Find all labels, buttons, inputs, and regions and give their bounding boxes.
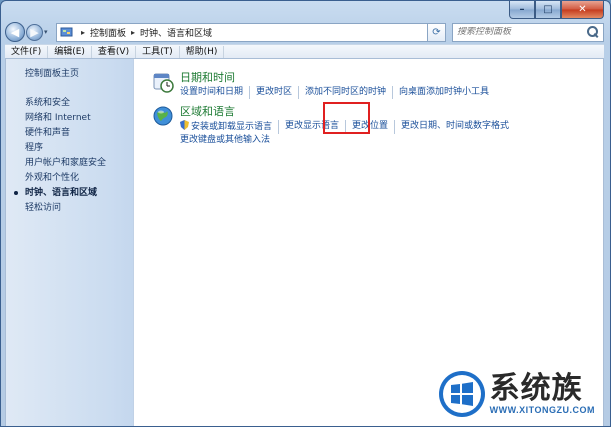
windows-logo-icon — [438, 371, 485, 417]
sidebar-item-label: 用户帐户和家庭安全 — [25, 158, 107, 168]
control-panel-window: – □ ✕ ◀ ▶ ▾ ▸ 控制面板 ▸ 时钟、语言和区域 ⟳ 文件(F) — [0, 0, 611, 427]
category-title-date-time[interactable]: 日期和时间 — [180, 71, 495, 85]
breadcrumb-clock-language-region[interactable]: 时钟、语言和区域 — [140, 26, 212, 39]
link-install-display-language[interactable]: 安装或卸载显示语言 — [180, 120, 278, 134]
sidebar-item-hardware-sound[interactable]: 硬件和声音 — [6, 126, 133, 141]
search-box[interactable] — [452, 22, 604, 42]
link-set-time-date[interactable]: 设置时间和日期 — [180, 86, 249, 99]
forward-arrow-icon: ▶ — [30, 25, 39, 39]
sidebar-item-label: 系统和安全 — [25, 98, 71, 108]
breadcrumb: ▸ 控制面板 ▸ 时钟、语言和区域 — [76, 26, 212, 39]
watermark-title: 系统族 — [489, 371, 583, 406]
sidebar-item-label: 网络和 Internet — [25, 113, 91, 123]
globe-icon — [153, 106, 173, 126]
sidebar-item-label: 硬件和声音 — [25, 128, 71, 138]
link-change-date-format[interactable]: 更改日期、时间或数字格式 — [394, 120, 515, 134]
sidebar-item-network[interactable]: 网络和 Internet — [6, 111, 133, 126]
uac-shield-icon — [180, 120, 189, 130]
menu-tools[interactable]: 工具(T) — [136, 45, 180, 58]
sidebar-item-programs[interactable]: 程序 — [6, 141, 133, 156]
search-input[interactable] — [457, 27, 577, 37]
category-links-row2: 更改键盘或其他输入法 — [180, 134, 515, 147]
back-arrow-icon: ◀ — [10, 25, 20, 39]
search-icon[interactable] — [585, 25, 601, 39]
sidebar: 控制面板主页 系统和安全 网络和 Internet 硬件和声音 程序 用户帐户和… — [6, 59, 134, 426]
sidebar-item-label: 外观和个性化 — [25, 173, 80, 183]
clock-icon — [153, 73, 174, 93]
menu-edit[interactable]: 编辑(E) — [48, 45, 92, 58]
category-region-language: 区域和语言 安装或卸载显示语言 更改显示语言 更改位置 更改日期、时间或数字格式 — [152, 105, 603, 147]
watermark-text: 系统族 WWW.XITONGZU.COM — [489, 371, 595, 416]
sidebar-item-appearance[interactable]: 外观和个性化 — [6, 171, 133, 186]
back-button[interactable]: ◀ — [5, 22, 25, 42]
sidebar-item-label: 轻松访问 — [25, 203, 62, 213]
menu-view[interactable]: 查看(V) — [92, 45, 137, 58]
link-change-keyboards[interactable]: 更改键盘或其他输入法 — [180, 134, 276, 147]
site-watermark: 系统族 WWW.XITONGZU.COM — [438, 370, 595, 418]
link-change-timezone[interactable]: 更改时区 — [249, 86, 298, 99]
sidebar-item-clock-language-region[interactable]: 时钟、语言和区域 — [6, 186, 133, 201]
recent-pages-dropdown[interactable]: ▾ — [44, 28, 52, 36]
category-body: 日期和时间 设置时间和日期 更改时区 添加不同时区的时钟 向桌面添加时钟小工具 — [180, 71, 495, 99]
refresh-icon: ⟳ — [432, 26, 441, 38]
menu-bar: 文件(F) 编辑(E) 查看(V) 工具(T) 帮助(H) — [5, 44, 604, 58]
navigation-row: ◀ ▶ ▾ ▸ 控制面板 ▸ 时钟、语言和区域 ⟳ — [5, 21, 604, 43]
breadcrumb-control-panel[interactable]: 控制面板 — [90, 26, 126, 39]
refresh-button[interactable]: ⟳ — [428, 22, 446, 42]
link-label: 安装或卸载显示语言 — [191, 122, 273, 132]
sidebar-item-label: 程序 — [25, 143, 44, 153]
breadcrumb-separator-icon: ▸ — [81, 27, 86, 37]
main-panel: 日期和时间 设置时间和日期 更改时区 添加不同时区的时钟 向桌面添加时钟小工具 — [134, 59, 603, 426]
link-add-clock-gadget[interactable]: 向桌面添加时钟小工具 — [392, 86, 495, 99]
menu-file[interactable]: 文件(F) — [5, 45, 49, 58]
watermark-url: WWW.XITONGZU.COM — [489, 405, 595, 415]
breadcrumb-separator-icon: ▸ — [131, 27, 136, 37]
minimize-button[interactable]: – — [509, 1, 535, 19]
forward-button[interactable]: ▶ — [26, 23, 43, 41]
control-panel-icon — [60, 27, 73, 37]
sidebar-item-label: 时钟、语言和区域 — [25, 188, 98, 198]
menu-help[interactable]: 帮助(H) — [180, 45, 225, 58]
sidebar-home-link[interactable]: 控制面板主页 — [6, 69, 133, 80]
sidebar-item-system-security[interactable]: 系统和安全 — [6, 96, 133, 111]
sidebar-item-ease-of-access[interactable]: 轻松访问 — [6, 201, 133, 216]
address-bar[interactable]: ▸ 控制面板 ▸ 时钟、语言和区域 — [56, 22, 428, 42]
sidebar-item-user-accounts[interactable]: 用户帐户和家庭安全 — [6, 156, 133, 171]
category-links: 设置时间和日期 更改时区 添加不同时区的时钟 向桌面添加时钟小工具 — [180, 86, 495, 99]
close-button[interactable]: ✕ — [561, 1, 604, 19]
highlight-annotation-box — [323, 102, 370, 134]
active-bullet-icon — [14, 191, 18, 195]
category-date-time: 日期和时间 设置时间和日期 更改时区 添加不同时区的时钟 向桌面添加时钟小工具 — [152, 71, 603, 99]
content-area: 控制面板主页 系统和安全 网络和 Internet 硬件和声音 程序 用户帐户和… — [5, 58, 604, 426]
maximize-button[interactable]: □ — [535, 1, 561, 19]
link-add-clocks[interactable]: 添加不同时区的时钟 — [298, 86, 392, 99]
window-controls: – □ ✕ — [509, 1, 604, 19]
